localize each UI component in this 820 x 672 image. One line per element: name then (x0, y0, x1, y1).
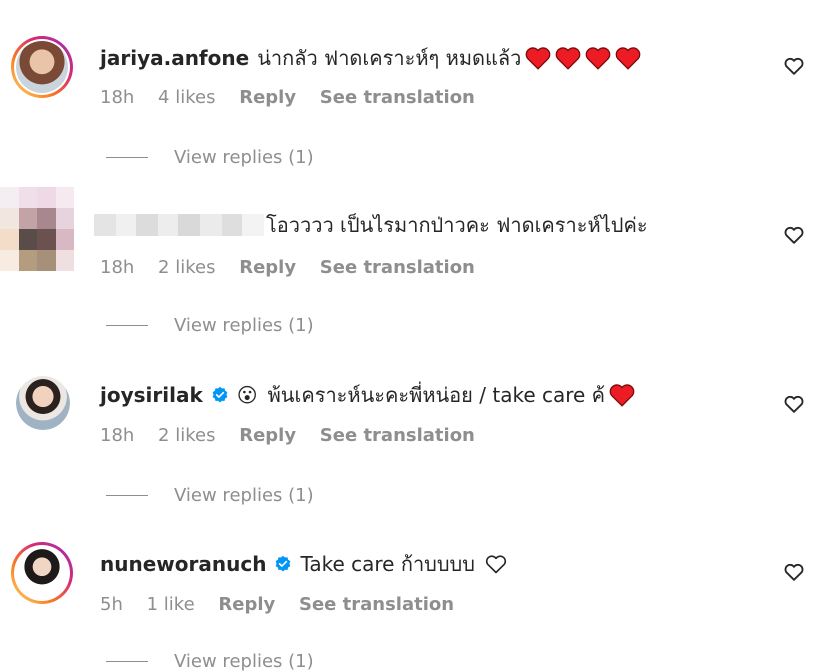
red-heart-emoji-icon (526, 47, 551, 70)
comment-meta: 18h 2 likes Reply See translation (100, 257, 493, 278)
comment-text: โอวววว เป็นไรมากป่าวคะ ฟาดเคราะห์ไปค่ะ (266, 213, 648, 237)
heart-outline-icon[interactable] (783, 561, 805, 583)
comment-time: 18h (100, 87, 135, 108)
comment-text: Take care ก้าบบบบ (300, 552, 475, 576)
verified-badge-icon (276, 555, 291, 572)
divider-dash (106, 495, 148, 496)
likes-count[interactable]: 2 likes (158, 425, 215, 446)
surprised-emoji-icon: 😮 (236, 383, 258, 407)
likes-count[interactable]: 2 likes (158, 257, 215, 278)
verified-badge-icon (212, 386, 228, 403)
reply-button[interactable]: Reply (218, 594, 275, 615)
avatar[interactable] (11, 542, 73, 604)
heart-outline-icon[interactable] (783, 224, 805, 246)
comment-line: jariya.anfone น่ากลัว ฟาดเคราะห์ๆ หมดแล้… (100, 45, 641, 71)
comment-time: 18h (100, 257, 135, 278)
view-replies-button[interactable]: View replies (1) (106, 147, 314, 168)
heart-outline-icon[interactable] (783, 55, 805, 77)
see-translation-button[interactable]: See translation (299, 594, 454, 615)
red-heart-emoji-icon (556, 47, 581, 70)
blurred-username[interactable] (94, 214, 264, 236)
comment-line: โอวววว เป็นไรมากป่าวคะ ฟาดเคราะห์ไปค่ะ (266, 212, 648, 238)
avatar[interactable] (11, 36, 73, 98)
see-translation-button[interactable]: See translation (320, 425, 475, 446)
view-replies-label: View replies (1) (174, 485, 314, 506)
comment-time: 18h (100, 425, 135, 446)
reply-button[interactable]: Reply (239, 257, 296, 278)
comment-meta: 5h 1 like Reply See translation (100, 594, 472, 615)
comment-meta: 18h 2 likes Reply See translation (100, 425, 493, 446)
likes-count[interactable]: 1 like (147, 594, 195, 615)
red-heart-emoji-icon (586, 47, 611, 70)
blurred-avatar[interactable] (0, 187, 74, 271)
heart-outline-emoji-icon (485, 555, 507, 574)
view-replies-button[interactable]: View replies (1) (106, 315, 314, 336)
comment-text: น่ากลัว ฟาดเคราะห์ๆ หมดแล้ว (257, 46, 522, 70)
see-translation-button[interactable]: See translation (320, 87, 475, 108)
username-link[interactable]: joysirilak (100, 382, 203, 408)
comment-meta: 18h 4 likes Reply See translation (100, 87, 493, 108)
reply-button[interactable]: Reply (239, 87, 296, 108)
comment-line: nuneworanuch Take care ก้าบบบบ (100, 551, 509, 577)
divider-dash (106, 325, 148, 326)
divider-dash (106, 661, 148, 662)
view-replies-button[interactable]: View replies (1) (106, 485, 314, 506)
comment-text: พ้นเคราะห์นะคะพี่หน่อย / take care ค้ (267, 383, 606, 407)
view-replies-label: View replies (1) (174, 147, 314, 168)
view-replies-label: View replies (1) (174, 315, 314, 336)
see-translation-button[interactable]: See translation (320, 257, 475, 278)
reply-button[interactable]: Reply (239, 425, 296, 446)
divider-dash (106, 157, 148, 158)
likes-count[interactable]: 4 likes (158, 87, 215, 108)
comment-line: joysirilak 😮 พ้นเคราะห์นะคะพี่หน่อย / ta… (100, 382, 635, 408)
red-heart-emoji-icon (609, 384, 635, 407)
red-heart-emoji-icon (616, 47, 641, 70)
heart-outline-icon[interactable] (783, 393, 805, 415)
avatar[interactable] (16, 376, 70, 430)
username-link[interactable]: nuneworanuch (100, 551, 266, 577)
username-link[interactable]: jariya.anfone (100, 45, 249, 71)
comment-time: 5h (100, 594, 123, 615)
